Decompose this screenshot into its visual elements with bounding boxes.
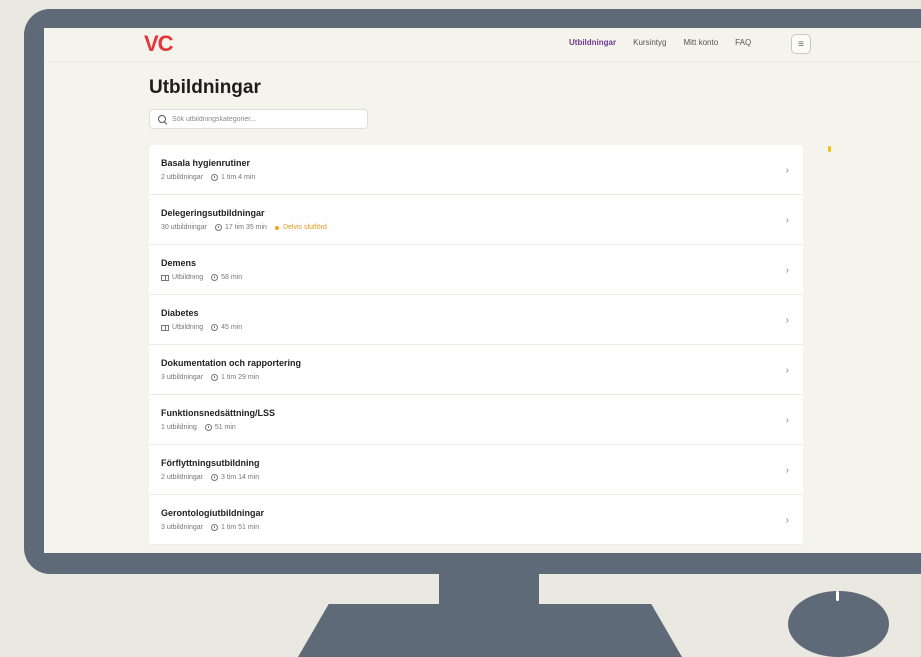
clock-icon — [211, 324, 219, 331]
clock-icon — [204, 424, 212, 431]
category-row[interactable]: Delegeringsutbildningar 30 utbildningar 17… — [149, 195, 803, 245]
nav-item-faq[interactable]: FAQ — [735, 38, 751, 47]
hamburger-icon: ≡ — [798, 38, 804, 50]
duration-text: 1 tim 29 min — [221, 374, 260, 381]
category-meta: Utbildning 58 min — [161, 274, 803, 281]
top-navigation-bar: VC Utbildningar Kursintyg Mitt konto FAQ… — [44, 28, 921, 62]
menu-button[interactable]: ≡ — [791, 34, 811, 54]
mouse-button-line — [836, 591, 839, 601]
vc-logo[interactable]: VC — [144, 31, 174, 57]
course-count-text: Utbildning — [172, 274, 204, 281]
duration-text: 45 min — [221, 324, 243, 331]
duration-text: 1 tim 51 min — [221, 524, 260, 531]
page-title: Utbildningar — [149, 77, 261, 98]
category-meta: 3 utbildningar 1 tim 29 min — [161, 374, 803, 381]
indicator-mark — [828, 146, 831, 152]
course-count-text: 3 utbildningar — [161, 374, 204, 381]
course-count-text: 3 utbildningar — [161, 524, 204, 531]
duration: 3 tim 14 min — [211, 474, 259, 481]
category-title: Diabetes — [161, 308, 199, 318]
duration: 1 tim 51 min — [211, 524, 259, 531]
category-row[interactable]: Diabetes Utbildning 45 min › — [149, 295, 803, 345]
duration: 17 tim 35 min — [214, 224, 267, 231]
monitor-stand — [298, 604, 682, 657]
category-row[interactable]: Dokumentation och rapportering 3 utbildni… — [149, 345, 803, 395]
course-count: 1 utbildning — [161, 424, 197, 431]
duration: 45 min — [211, 324, 242, 331]
nav-item-utbildningar[interactable]: Utbildningar — [569, 38, 616, 47]
duration: 58 min — [211, 274, 242, 281]
clock-icon — [214, 224, 222, 231]
search-box[interactable] — [149, 109, 368, 129]
course-count-text: 2 utbildningar — [161, 174, 204, 181]
course-count-text: 2 utbildningar — [161, 474, 204, 481]
duration-text: 3 tim 14 min — [221, 474, 260, 481]
category-title: Dokumentation och rapportering — [161, 358, 302, 368]
app-screen: VC Utbildningar Kursintyg Mitt konto FAQ… — [44, 28, 921, 553]
category-meta: 1 utbildning 51 min — [161, 424, 803, 431]
duration: 1 tim 29 min — [211, 374, 259, 381]
chevron-right-icon: › — [785, 465, 789, 476]
duration: 51 min — [204, 424, 236, 431]
course-count: 2 utbildningar — [161, 474, 203, 481]
chevron-right-icon: › — [785, 265, 789, 276]
chevron-right-icon: › — [785, 215, 789, 226]
duration: 1 tim 4 min — [211, 174, 255, 181]
duration-text: 58 min — [221, 274, 243, 281]
clock-icon — [211, 174, 219, 181]
course-count-text: 30 utbildningar — [161, 224, 207, 231]
status-badge: Delvis slutförd — [274, 224, 327, 231]
category-meta: Utbildning 45 min — [161, 324, 803, 331]
course-count: 2 utbildningar — [161, 174, 203, 181]
main-nav: Utbildningar Kursintyg Mitt konto FAQ — [569, 38, 768, 47]
category-meta: 2 utbildningar 1 tim 4 min — [161, 174, 803, 181]
clock-icon — [211, 474, 219, 481]
course-count: 3 utbildningar — [161, 524, 203, 531]
category-title: Delegeringsutbildningar — [161, 208, 265, 218]
clock-icon — [211, 524, 219, 531]
chevron-right-icon: › — [785, 365, 789, 376]
duration-text: 17 tim 35 min — [224, 224, 267, 231]
chevron-right-icon: › — [785, 415, 789, 426]
category-row[interactable]: Basala hygienrutiner 2 utbildningar 1 tim … — [149, 145, 803, 195]
category-row[interactable]: Gerontologiutbildningar 3 utbildningar 1 t… — [149, 495, 803, 545]
duration-text: 1 tim 4 min — [221, 174, 256, 181]
category-row[interactable]: Förflyttningsutbildning 2 utbildningar 3 t… — [149, 445, 803, 495]
computer-mouse — [788, 591, 889, 657]
category-row[interactable]: Funktionsnedsättning/LSS 1 utbildning 51 m… — [149, 395, 803, 445]
category-list: Basala hygienrutiner 2 utbildningar 1 tim … — [149, 145, 803, 545]
category-row[interactable]: Demens Utbildning 58 min › — [149, 245, 803, 295]
category-title: Förflyttningsutbildning — [161, 458, 260, 468]
course-count: 30 utbildningar — [161, 224, 207, 231]
clock-icon — [211, 374, 219, 381]
course-count-text: Utbildning — [172, 324, 204, 331]
status-text: Delvis slutförd — [282, 224, 327, 231]
chevron-right-icon: › — [785, 165, 789, 176]
course-count: 3 utbildningar — [161, 374, 203, 381]
category-meta: 30 utbildningar 17 tim 35 min Delvis slutf… — [161, 224, 803, 231]
course-count-text: 1 utbildning — [161, 424, 197, 431]
book-icon — [161, 324, 169, 331]
nav-item-mitt-konto[interactable]: Mitt konto — [683, 38, 718, 47]
status-dot-icon — [274, 225, 279, 230]
monitor-neck — [439, 573, 539, 606]
chevron-right-icon: › — [785, 315, 789, 326]
category-meta: 2 utbildningar 3 tim 14 min — [161, 474, 803, 481]
category-title: Funktionsnedsättning/LSS — [161, 408, 275, 418]
category-meta: 3 utbildningar 1 tim 51 min — [161, 524, 803, 531]
course-count: Utbildning — [161, 324, 203, 331]
category-title: Gerontologiutbildningar — [161, 508, 264, 518]
nav-item-kursintyg[interactable]: Kursintyg — [633, 38, 666, 47]
book-icon — [161, 274, 169, 281]
category-title: Demens — [161, 258, 197, 268]
chevron-right-icon: › — [785, 515, 789, 526]
clock-icon — [211, 274, 219, 281]
course-count: Utbildning — [161, 274, 203, 281]
duration-text: 51 min — [214, 424, 236, 431]
search-input[interactable] — [172, 115, 362, 123]
search-icon — [158, 114, 167, 124]
category-title: Basala hygienrutiner — [161, 158, 251, 168]
